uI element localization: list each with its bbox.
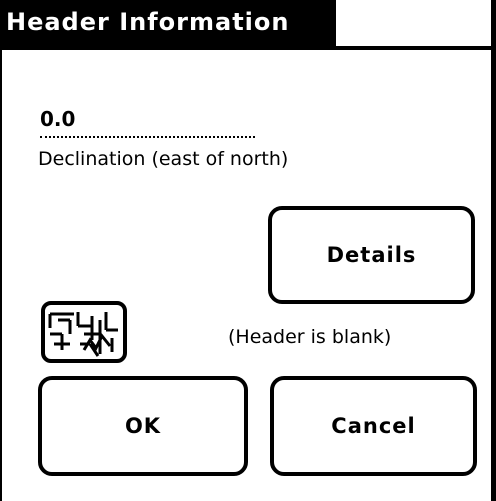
details-button[interactable]: Details: [268, 206, 475, 304]
header-information-dialog: Header Information 0.0 Declination (east…: [0, 0, 496, 501]
dialog-left-border: [0, 48, 2, 501]
document-stamp-icon: [41, 301, 127, 363]
dialog-title-bar: Header Information: [0, 0, 336, 48]
declination-label: Declination (east of north): [38, 148, 289, 170]
declination-input[interactable]: 0.0: [40, 104, 255, 138]
title-divider: [0, 46, 496, 50]
header-status-text: (Header is blank): [228, 326, 392, 348]
ok-button[interactable]: OK: [38, 376, 248, 476]
dialog-right-border: [491, 0, 496, 501]
cancel-button[interactable]: Cancel: [270, 376, 477, 476]
dialog-title: Header Information: [6, 8, 290, 36]
